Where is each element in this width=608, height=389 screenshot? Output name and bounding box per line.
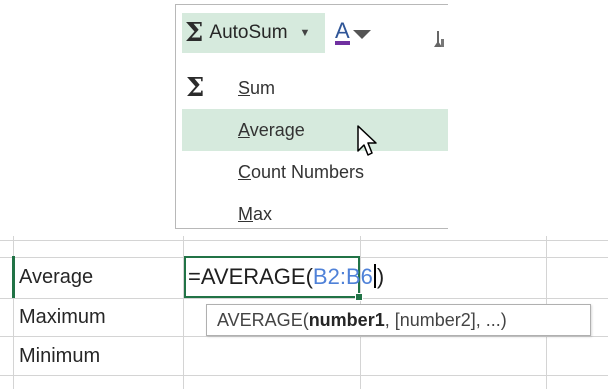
row-selection-marker xyxy=(12,256,15,298)
cell-formula[interactable]: =AVERAGE(B2:B6) xyxy=(188,264,384,290)
cell-minimum-label[interactable]: Minimum xyxy=(19,345,100,368)
font-color-icon[interactable]: A xyxy=(334,17,374,51)
sigma-icon: Σ xyxy=(186,73,205,103)
autosum-dropdown: Σ AutoSum ▼ A Σ Sum Average Count Number… xyxy=(175,4,448,229)
formula-range-ref: B2:B6 xyxy=(312,264,373,289)
mouse-pointer-icon xyxy=(357,125,377,156)
formula-suffix: ) xyxy=(376,264,385,289)
fill-handle[interactable] xyxy=(355,293,363,301)
font-color-letter: A xyxy=(335,18,350,43)
menu-item-sum[interactable]: Σ Sum xyxy=(182,67,448,109)
menu-item-max[interactable]: Max xyxy=(182,193,448,228)
tooltip-arg-current[interactable]: number1 xyxy=(309,310,385,331)
menu-item-label: Sum xyxy=(238,77,276,98)
tooltip-args-rest: , [number2], ...) xyxy=(384,309,507,330)
formula-prefix: =AVERAGE( xyxy=(188,264,313,289)
sigma-icon: Σ xyxy=(185,18,204,48)
menu-item-label: Count Numbers xyxy=(238,161,365,182)
menu-item-label: Average xyxy=(238,119,305,140)
tooltip-function: AVERAGE( xyxy=(217,309,309,330)
menu-item-average[interactable]: Average xyxy=(182,109,448,151)
menu-item-label: Max xyxy=(238,203,273,224)
menu-item-count-numbers[interactable]: Count Numbers xyxy=(182,151,448,193)
autosum-label: AutoSum xyxy=(209,22,288,43)
sort-filter-icon[interactable] xyxy=(432,23,448,49)
function-tooltip: AVERAGE(number1, [number2], ...) xyxy=(206,304,591,336)
autosum-button[interactable]: Σ AutoSum ▼ xyxy=(182,13,325,53)
chevron-down-icon: ▼ xyxy=(299,27,311,39)
text-cursor xyxy=(373,264,376,288)
cell-average-label[interactable]: Average xyxy=(19,266,93,289)
cell-maximum-label[interactable]: Maximum xyxy=(19,306,106,329)
